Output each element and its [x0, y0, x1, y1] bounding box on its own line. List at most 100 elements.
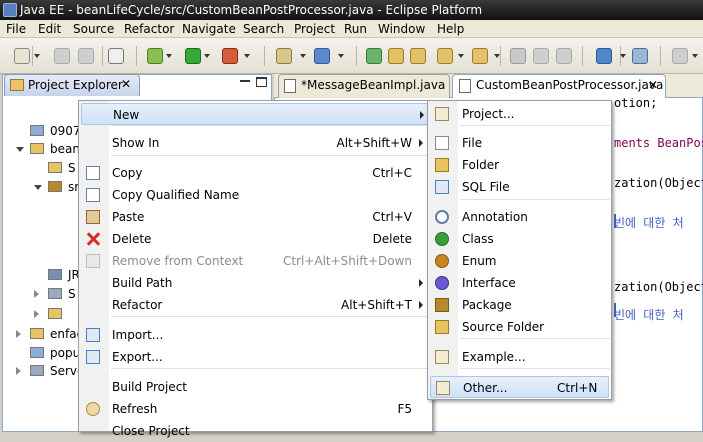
- context-menu-item-refresh[interactable]: Refresh F5: [81, 398, 430, 420]
- new-java-class-icon[interactable]: [437, 48, 453, 64]
- new-submenu-item-package[interactable]: Package: [430, 294, 609, 316]
- context-menu-item-build-project[interactable]: Build Project: [81, 376, 430, 398]
- context-menu-item-refactor[interactable]: Refactor Alt+Shift+T: [81, 294, 430, 316]
- menu-item-label: Folder: [462, 158, 500, 172]
- interface-icon: [435, 276, 449, 290]
- collapsed-arrow-icon[interactable]: [16, 330, 21, 338]
- new-submenu-item-annotation[interactable]: Annotation: [430, 206, 609, 228]
- dropdown-arrow-icon[interactable]: [34, 54, 40, 58]
- new-server-icon[interactable]: [276, 48, 292, 64]
- dropdown-arrow-icon[interactable]: [692, 54, 698, 58]
- menu-item-label: Project...: [462, 107, 515, 121]
- dropdown-arrow-icon[interactable]: [338, 54, 344, 58]
- menu-source[interactable]: Source: [73, 21, 114, 37]
- new-submenu-item-folder[interactable]: Folder: [430, 154, 609, 176]
- dropdown-arrow-icon[interactable]: [620, 54, 626, 58]
- expanded-arrow-icon[interactable]: [16, 147, 24, 152]
- context-menu-item-build-path[interactable]: Build Path: [81, 272, 430, 294]
- sync-icon[interactable]: [366, 48, 382, 64]
- menu-file[interactable]: File: [6, 21, 26, 37]
- new-wizard-icon[interactable]: [14, 48, 30, 64]
- external-tools-icon[interactable]: [222, 48, 238, 64]
- new-submenu-item-file[interactable]: File: [430, 132, 609, 154]
- context-menu-item-copy-qualified-name[interactable]: Copy Qualified Name: [81, 184, 430, 206]
- new-submenu-item-source-folder[interactable]: Source Folder: [430, 316, 609, 338]
- expanded-arrow-icon[interactable]: [34, 185, 42, 190]
- menu-item-label: Delete: [112, 232, 152, 246]
- dropdown-arrow-icon[interactable]: [458, 54, 464, 58]
- context-menu: New Show In Alt+Shift+W Copy Ctrl+C Copy Qual…: [78, 100, 433, 438]
- copy-icon: [86, 166, 100, 180]
- dropdown-arrow-icon[interactable]: [166, 54, 172, 58]
- enum-icon: [435, 254, 449, 268]
- menu-refactor[interactable]: Refactor: [124, 21, 174, 37]
- pin-icon[interactable]: [510, 48, 526, 64]
- open-type-icon[interactable]: [388, 48, 404, 64]
- tree-item[interactable]: bean: [50, 142, 80, 156]
- new-submenu-item-enum[interactable]: Enum: [430, 250, 609, 272]
- edit-icon[interactable]: [533, 48, 549, 64]
- perspective-icon[interactable]: [632, 48, 648, 64]
- collapsed-arrow-icon[interactable]: [16, 367, 21, 375]
- submenu-arrow-icon: [419, 139, 423, 147]
- tree-item[interactable]: S: [68, 161, 76, 175]
- save-icon[interactable]: [54, 48, 70, 64]
- title-bar: Java EE - beanLifeCycle/src/CustomBeanPo…: [0, 0, 703, 20]
- new-submenu-item-project[interactable]: Project...: [430, 103, 609, 125]
- nav-back-icon[interactable]: [672, 48, 688, 64]
- dropdown-arrow-icon[interactable]: [244, 54, 250, 58]
- debug-icon[interactable]: [147, 48, 163, 64]
- context-menu-item-import[interactable]: Import...: [81, 324, 430, 346]
- collapsed-arrow-icon[interactable]: [34, 290, 39, 298]
- menu-run[interactable]: Run: [344, 21, 367, 37]
- open-folder-icon[interactable]: [472, 48, 488, 64]
- new-submenu-item-other[interactable]: Other... Ctrl+N: [430, 376, 609, 398]
- context-menu-item-delete[interactable]: Delete Delete: [81, 228, 430, 250]
- close-icon[interactable]: ✕: [648, 74, 658, 98]
- context-menu-item-paste[interactable]: Paste Ctrl+V: [81, 206, 430, 228]
- menu-project[interactable]: Project: [294, 21, 335, 37]
- menu-navigate[interactable]: Navigate: [182, 21, 236, 37]
- close-icon[interactable]: ✕: [121, 77, 131, 91]
- menu-separator: [111, 316, 431, 317]
- menu-item-label: File: [462, 136, 483, 150]
- tree-item[interactable]: S: [68, 287, 76, 301]
- next-annotation-icon[interactable]: [556, 48, 572, 64]
- java-file-icon: [284, 79, 296, 93]
- context-menu-item-close-project[interactable]: Close Project: [81, 420, 430, 442]
- new-submenu-item-sql-file[interactable]: SQL File: [430, 176, 609, 198]
- new-submenu-item-example[interactable]: Example...: [430, 346, 609, 368]
- open-resource-icon[interactable]: [410, 48, 426, 64]
- toolbar-separator: [102, 46, 103, 66]
- code-line: 빈에 대한 처: [614, 308, 684, 322]
- context-menu-item-copy[interactable]: Copy Ctrl+C: [81, 162, 430, 184]
- context-menu-item-remove-from-context[interactable]: Remove from Context Ctrl+Alt+Shift+Down: [81, 250, 430, 272]
- menu-edit[interactable]: Edit: [38, 21, 61, 37]
- menu-search[interactable]: Search: [243, 21, 284, 37]
- context-menu-item-show-in[interactable]: Show In Alt+Shift+W: [81, 132, 430, 154]
- new-web-service-icon[interactable]: [314, 48, 330, 64]
- source-folder-icon: [435, 320, 449, 334]
- binary-icon[interactable]: [108, 48, 124, 64]
- menu-window[interactable]: Window: [378, 21, 425, 37]
- project-explorer-tab[interactable]: Project Explorer ✕: [4, 74, 140, 96]
- menu-help[interactable]: Help: [437, 21, 464, 37]
- new-submenu-item-class[interactable]: Class: [430, 228, 609, 250]
- tree-item[interactable]: 0907: [50, 124, 81, 138]
- tree-node-icon: [48, 162, 62, 173]
- globe-icon[interactable]: [596, 48, 612, 64]
- dropdown-arrow-icon[interactable]: [494, 54, 500, 58]
- run-icon[interactable]: [185, 48, 201, 64]
- dropdown-arrow-icon[interactable]: [300, 54, 306, 58]
- submenu-arrow-icon: [420, 111, 424, 119]
- tree-item[interactable]: popu: [50, 346, 80, 360]
- dropdown-arrow-icon[interactable]: [204, 54, 210, 58]
- collapsed-arrow-icon[interactable]: [34, 310, 39, 318]
- maximize-icon[interactable]: [256, 77, 267, 87]
- context-menu-item-new[interactable]: New: [81, 103, 430, 125]
- context-menu-item-export[interactable]: Export...: [81, 346, 430, 368]
- new-submenu-item-interface[interactable]: Interface: [430, 272, 609, 294]
- minimize-icon[interactable]: [240, 80, 250, 82]
- menu-item-shortcut: Ctrl+N: [557, 381, 598, 395]
- print-icon[interactable]: [78, 48, 94, 64]
